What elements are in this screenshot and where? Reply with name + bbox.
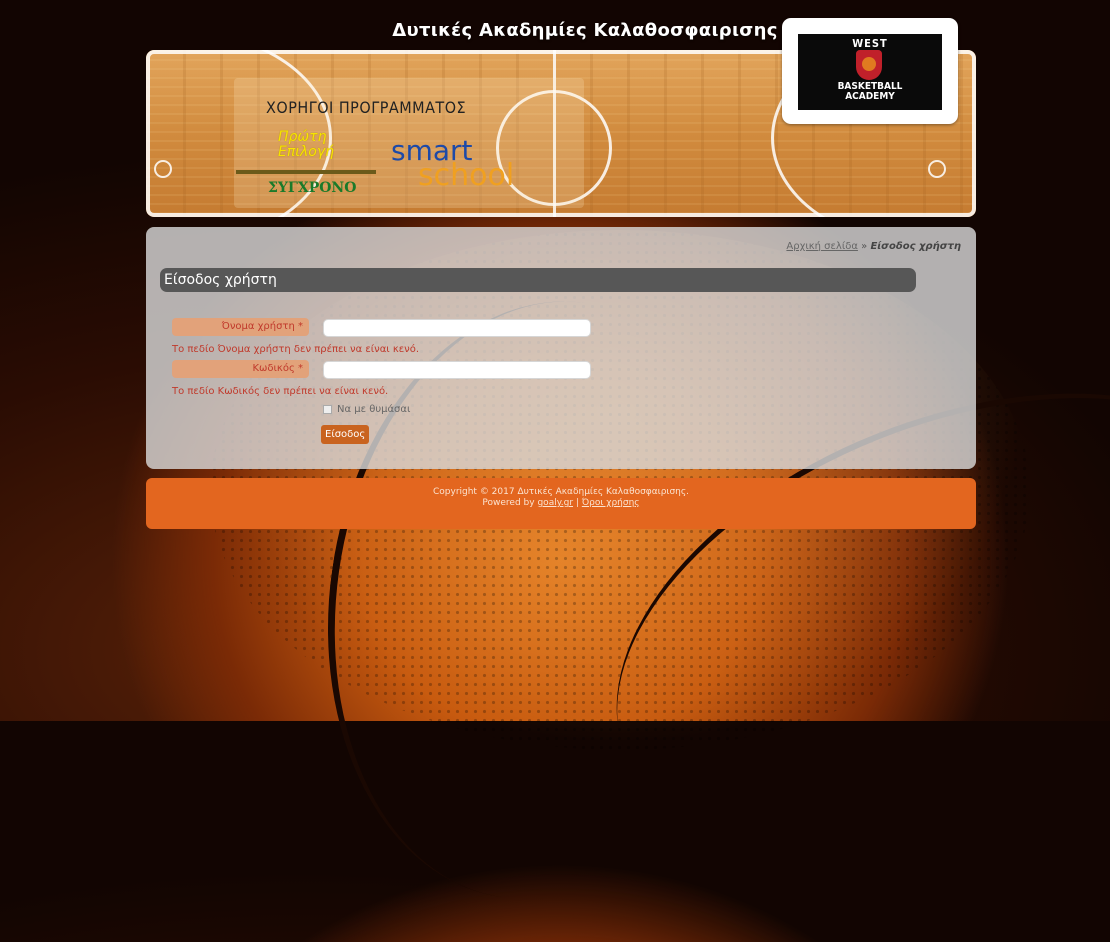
password-error: Το πεδίο Κωδικός δεν πρέπει να είναι κεν… [172, 386, 389, 397]
pencil-graphic [236, 170, 376, 174]
remember-me-checkbox[interactable] [323, 405, 332, 414]
breadcrumb-current: Είσοδος χρήστη [870, 241, 961, 252]
footer-divider: | [575, 498, 579, 508]
logo-west-text: WEST [852, 37, 888, 50]
court-hoop [154, 160, 172, 178]
court-hoop [928, 160, 946, 178]
footer-powered-by: Powered by [482, 498, 535, 508]
academy-logo[interactable]: WEST BASKETBALL ACADEMY [782, 18, 958, 124]
login-button[interactable]: Είσοδος [321, 425, 370, 444]
remember-me-label: Να με θυμάσαι [337, 404, 411, 415]
sponsor-logo-proti-epilogi: Πρώτη Επιλογή [278, 130, 334, 160]
username-label: Όνομα χρήστη * [172, 318, 309, 336]
username-input[interactable] [323, 319, 591, 337]
sponsor-logo-sygxrono: ΣΥΓΧΡΟΝΟ [268, 180, 357, 196]
username-error: Το πεδίο Όνομα χρήστη δεν πρέπει να είνα… [172, 344, 420, 355]
sponsor1-line2: Επιλογή [278, 144, 335, 160]
footer-copyright: Copyright © 2017 Δυτικές Ακαδημίες Καλαθ… [432, 487, 690, 497]
password-input[interactable] [323, 361, 591, 379]
footer: Copyright © 2017 Δυτικές Ακαδημίες Καλαθ… [146, 478, 976, 529]
footer-terms-link[interactable]: Όροι χρήσης [582, 498, 640, 508]
logo-line2: ACADEMY [845, 91, 895, 102]
page-title: Είσοδος χρήστη [160, 268, 916, 292]
remember-me[interactable]: Να με θυμάσαι [323, 404, 410, 415]
logo-academy-text: BASKETBALL ACADEMY [798, 82, 942, 102]
basketball-icon [862, 57, 876, 71]
footer-powered-line: Powered by goaly.gr | Όροι χρήσης [146, 498, 976, 509]
login-panel: Αρχική σελίδα » Είσοδος χρήστη Είσοδος χ… [146, 227, 976, 469]
footer-goaly-link[interactable]: goaly.gr [537, 498, 573, 508]
sponsor1-line1: Πρώτη [278, 129, 327, 145]
breadcrumb: Αρχική σελίδα » Είσοδος χρήστη [786, 241, 961, 252]
breadcrumb-home-link[interactable]: Αρχική σελίδα [786, 241, 858, 252]
sponsors-heading: ΧΟΡΗΓΟΙ ΠΡΟΓΡΑΜΜΑΤΟΣ [266, 98, 467, 117]
academy-logo-image: WEST BASKETBALL ACADEMY [798, 34, 942, 110]
sponsor-logo-school: school [418, 158, 515, 193]
password-label: Κωδικός * [172, 360, 309, 378]
breadcrumb-separator: » [861, 241, 868, 252]
site-title: Δυτικές Ακαδημίες Καλαθοσφαιρισης [392, 20, 778, 41]
